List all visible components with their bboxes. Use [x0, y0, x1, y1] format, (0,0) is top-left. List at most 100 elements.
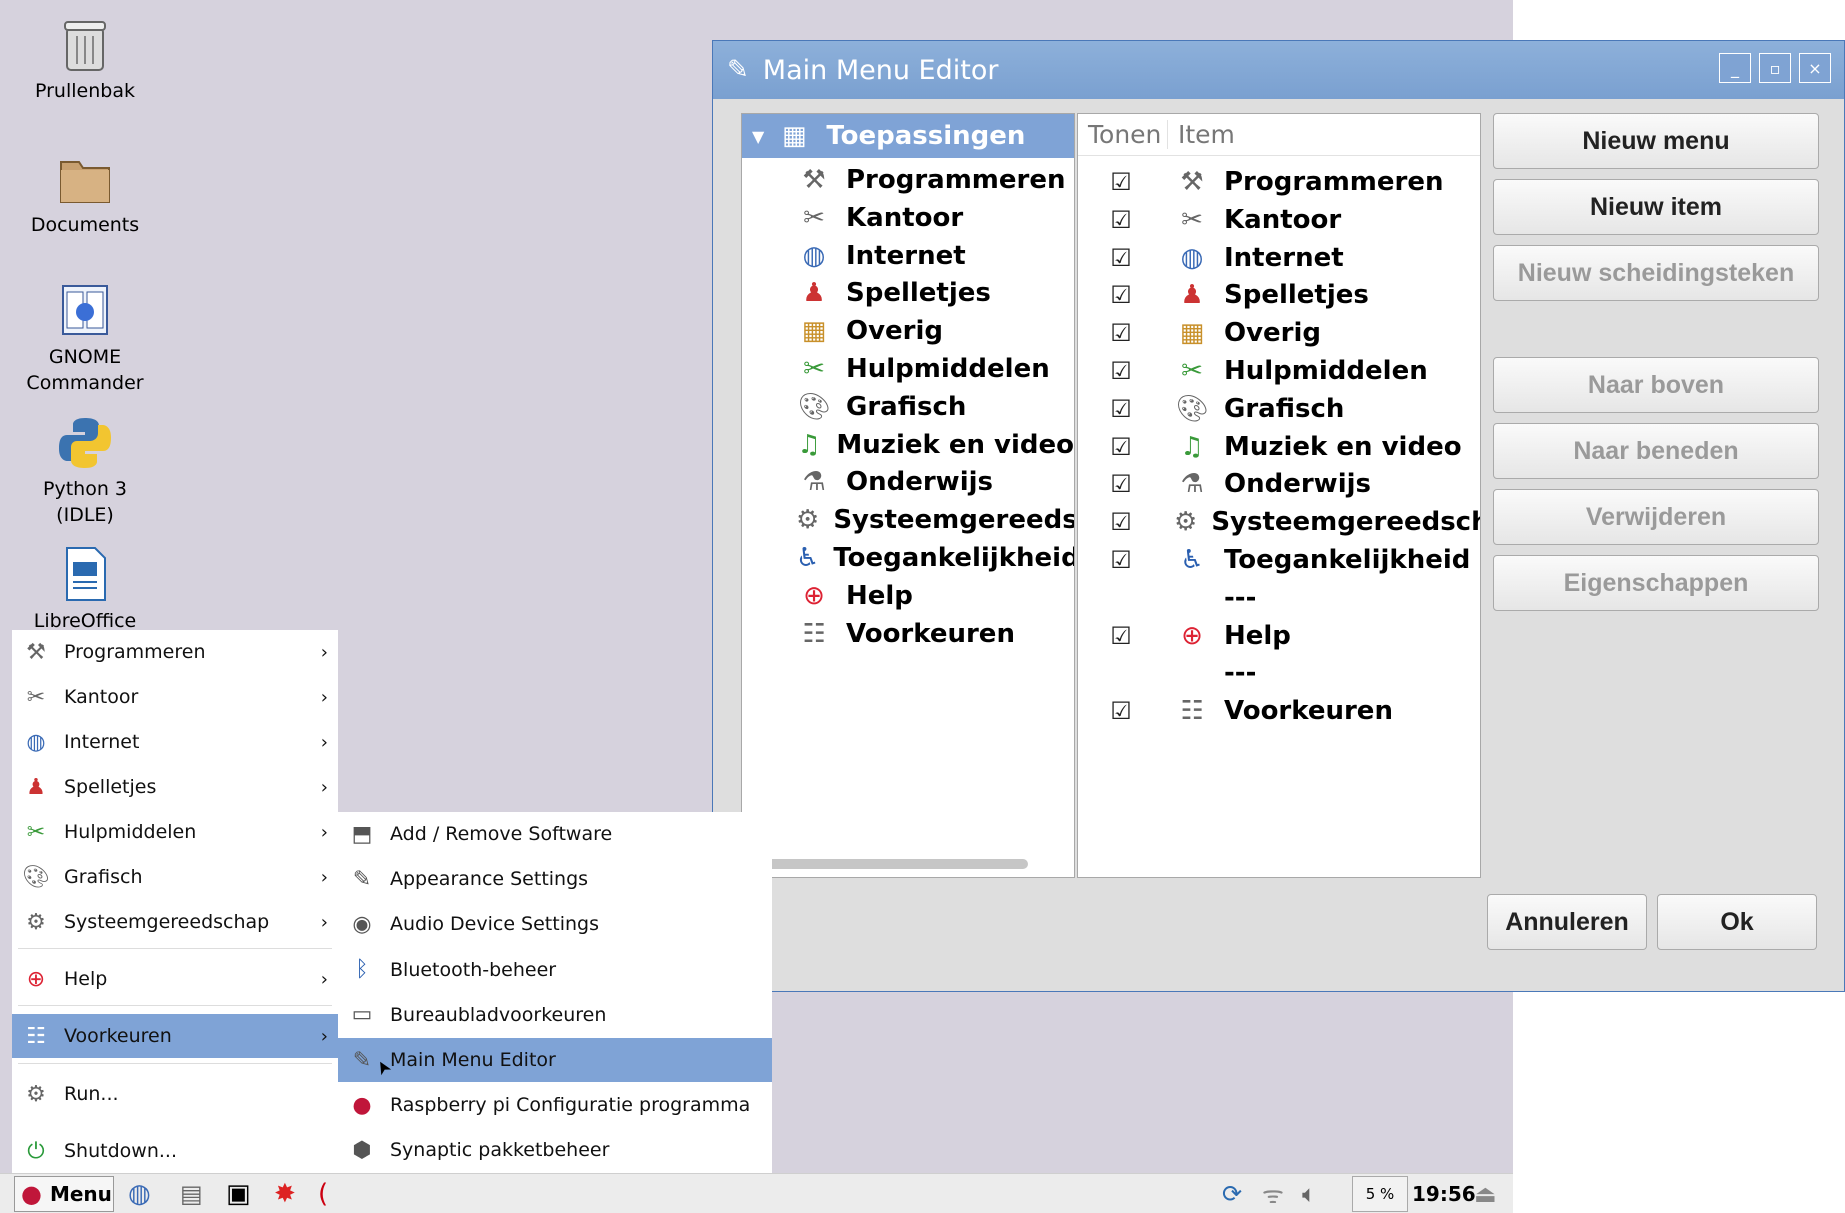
submenu-item-add-remove-software[interactable]: ⬒ Add / Remove Software	[338, 812, 772, 856]
new-menu-button[interactable]: Nieuw menu	[1493, 113, 1819, 169]
volume-icon[interactable]: 🔈︎	[1302, 1176, 1316, 1212]
list-row-label: Hulpmiddelen	[1224, 356, 1428, 386]
submenu-arrow-icon: ›	[320, 911, 328, 933]
menu-item-grafisch[interactable]: 🎨︎ Grafisch ›	[12, 855, 338, 899]
list-row-label: Onderwijs	[1224, 469, 1371, 500]
show-checkbox[interactable]: ☑	[1108, 396, 1134, 422]
taskbar: ● Menu ◍ ▤ ▣ ✸ ( ⟳ ᯤ 🔈︎ 5 % 19:56 ⏏	[0, 1173, 1513, 1213]
file-manager-icon[interactable]: ▤	[180, 1176, 203, 1212]
item-list[interactable]: Tonen Item ☑ ⚒ Programmeren ☑ ✂ Kantoor ☑ ◍ Inte…	[1077, 113, 1481, 878]
menu-item-shutdown[interactable]: ⏻ Shutdown...	[12, 1129, 338, 1173]
internet-icon: ◍	[1180, 242, 1204, 273]
kantoor-icon: ✂	[26, 684, 46, 710]
submenu-item-appearance-settings[interactable]: ✎ Appearance Settings	[338, 857, 772, 901]
new-item-button[interactable]: Nieuw item	[1493, 179, 1819, 235]
cancel-button[interactable]: Annuleren	[1487, 894, 1647, 950]
menu-item-voorkeuren[interactable]: ☷ Voorkeuren ›	[12, 1014, 338, 1058]
run-icon: ⚙	[26, 1081, 46, 1107]
hulpmiddelen-icon: ✂	[1181, 356, 1203, 386]
voorkeuren-icon: ☷	[802, 618, 826, 649]
shutdown-icon: ⏻	[27, 1138, 45, 1164]
tree-item-label: Systeemgereedschap	[833, 505, 1074, 536]
math-icon[interactable]: ✸	[274, 1176, 296, 1212]
appearance-settings-icon: ✎	[352, 866, 372, 892]
menu-item-hulpmiddelen[interactable]: ✂ Hulpmiddelen ›	[12, 810, 338, 854]
new-separator-button[interactable]: Nieuw scheidingsteken	[1493, 245, 1819, 301]
submenu-item-bluetooth-beheer[interactable]: ᛒ Bluetooth-beheer	[338, 948, 772, 992]
window-titlebar[interactable]: ✎ Main Menu Editor _ ▫ ×	[713, 41, 1844, 99]
list-row[interactable]: ☑ ☷ Voorkeuren	[1078, 689, 1480, 733]
desktop-icon-python[interactable]: Python 3 (IDLE)	[10, 412, 160, 528]
menu-item-spelletjes[interactable]: ♟ Spelletjes ›	[12, 765, 338, 809]
show-checkbox[interactable]: ☑	[1108, 282, 1134, 308]
submenu-item-label: Add / Remove Software	[390, 823, 613, 845]
submenu-item-synaptic-pakketbeheer[interactable]: ⬢ Synaptic pakketbeheer	[338, 1128, 772, 1172]
show-checkbox[interactable]: ☑	[1108, 434, 1134, 460]
programmeren-icon: ⚒	[26, 639, 46, 665]
menu-item-label: Programmeren	[64, 641, 206, 663]
eject-icon[interactable]: ⏏	[1474, 1176, 1497, 1212]
menu-item-systeemgereedschap[interactable]: ⚙ Systeemgereedschap ›	[12, 900, 338, 944]
show-checkbox[interactable]: ☑	[1108, 471, 1134, 497]
toegankelijkheid-icon: ♿︎	[796, 543, 820, 573]
wifi-icon[interactable]: ᯤ	[1262, 1176, 1284, 1212]
show-checkbox[interactable]: ☑	[1108, 358, 1134, 384]
submenu-item-raspberry-pi-configuratie-programma[interactable]: ● Raspberry pi Configuratie programma	[338, 1083, 772, 1127]
desktop-icon-gnome-commander[interactable]: GNOME Commander	[10, 280, 160, 396]
desktop-icon-trash[interactable]: Prullenbak	[10, 14, 160, 104]
maximize-button[interactable]: ▫	[1759, 53, 1791, 83]
menu-item-kantoor[interactable]: ✂ Kantoor ›	[12, 675, 338, 719]
desktop-icon-documents[interactable]: Documents	[10, 148, 160, 238]
column-header-item[interactable]: Item	[1168, 120, 1235, 149]
menu-tree[interactable]: ▼ ▦ Toepassingen ⚒ Programmeren ✂ Kantoor ◍ I…	[741, 113, 1075, 878]
menu-item-programmeren[interactable]: ⚒ Programmeren ›	[12, 630, 338, 674]
show-checkbox[interactable]: ☑	[1108, 245, 1134, 271]
desktop-icon-libreoffice[interactable]: LibreOffice	[10, 544, 160, 634]
expander-icon[interactable]: ▼	[752, 127, 764, 146]
menu-item-internet[interactable]: ◍ Internet ›	[12, 720, 338, 764]
menu-item-label: Grafisch	[64, 866, 143, 888]
menu-item-label: Run...	[64, 1083, 119, 1105]
tree-scrollbar[interactable]	[748, 859, 1028, 869]
applications-icon: ▦	[782, 121, 807, 151]
ok-button[interactable]: Ok	[1657, 894, 1817, 950]
properties-button[interactable]: Eigenschappen	[1493, 555, 1819, 611]
list-row-label: Kantoor	[1224, 204, 1342, 235]
submenu-item-main-menu-editor[interactable]: ✎ Main Menu Editor	[338, 1038, 772, 1082]
start-menu: ⚒ Programmeren › ✂ Kantoor › ◍ Internet › ♟ Spelle…	[12, 630, 338, 1175]
systeemgereedschap-icon: ⚙	[26, 909, 46, 935]
list-row-label: Voorkeuren	[1224, 696, 1393, 727]
update-icon[interactable]: ⟳	[1222, 1176, 1242, 1212]
menu-button[interactable]: ● Menu	[14, 1176, 114, 1212]
menu-item-label: Kantoor	[64, 686, 139, 708]
show-checkbox[interactable]: ☑	[1108, 623, 1134, 649]
wolfram-icon[interactable]: (	[318, 1176, 328, 1212]
show-checkbox[interactable]: ☑	[1108, 320, 1134, 346]
web-browser-icon[interactable]: ◍	[128, 1176, 151, 1212]
column-header-show[interactable]: Tonen	[1078, 120, 1168, 149]
main-menu-editor-window: ✎ Main Menu Editor _ ▫ × ▼ ▦ Toepassinge…	[712, 40, 1845, 992]
move-down-button[interactable]: Naar beneden	[1493, 423, 1819, 479]
minimize-button[interactable]: _	[1719, 53, 1751, 83]
tree-item-voorkeuren[interactable]: ☷ Voorkeuren	[742, 612, 1074, 656]
delete-button[interactable]: Verwijderen	[1493, 489, 1819, 545]
desktop-icon-label: GNOME	[48, 346, 122, 368]
synaptic-pakketbeheer-icon: ⬢	[352, 1137, 372, 1163]
show-checkbox[interactable]: ☑	[1108, 698, 1134, 724]
desktop-icon-label: Prullenbak	[35, 80, 135, 102]
menu-item-label: Spelletjes	[64, 776, 157, 798]
menu-item-run[interactable]: ⚙ Run...	[12, 1072, 338, 1116]
close-button[interactable]: ×	[1799, 53, 1831, 83]
desktop-icon-label: Python 3	[43, 478, 127, 500]
show-checkbox[interactable]: ☑	[1108, 547, 1134, 573]
move-up-button[interactable]: Naar boven	[1493, 357, 1819, 413]
submenu-item-audio-device-settings[interactable]: ◉ Audio Device Settings	[338, 902, 772, 946]
submenu-item-bureaubladvoorkeuren[interactable]: ▭ Bureaubladvoorkeuren	[338, 993, 772, 1037]
clock[interactable]: 19:56	[1412, 1176, 1476, 1212]
menu-item-help[interactable]: ⊕ Help ›	[12, 957, 338, 1001]
tree-root[interactable]: ▼ ▦ Toepassingen	[742, 114, 1074, 158]
show-checkbox[interactable]: ☑	[1108, 169, 1134, 195]
show-checkbox[interactable]: ☑	[1108, 207, 1134, 233]
terminal-icon[interactable]: ▣	[226, 1176, 251, 1212]
show-checkbox[interactable]: ☑	[1108, 509, 1134, 535]
